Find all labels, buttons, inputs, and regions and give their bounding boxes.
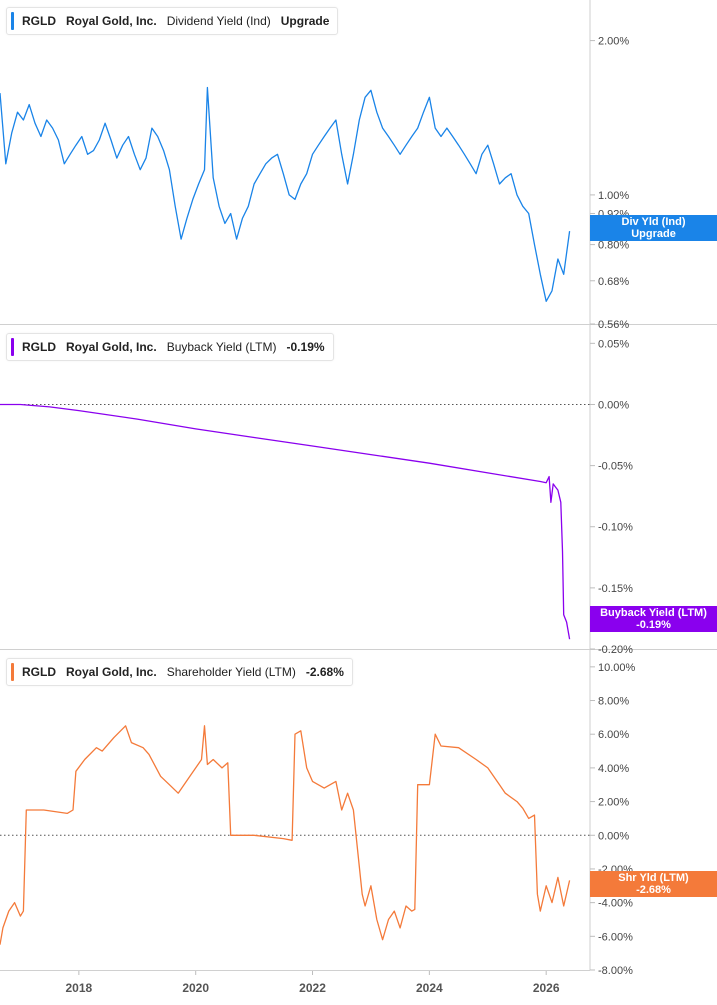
legend-color-swatch [11,663,14,681]
y-tick-label: 8.00% [598,696,629,708]
legend-company: Royal Gold, Inc. [66,340,157,354]
y-tick-label: 1.00% [598,190,629,202]
legend-metric: Buyback Yield (LTM) [166,340,277,354]
price-tag-buyback-yield: Buyback Yield (LTM) -0.19% [590,606,717,632]
y-tick-label: -0.15% [598,583,633,595]
y-tick-label: 4.00% [598,763,629,775]
legend-dividend-yield[interactable]: RGLD Royal Gold, Inc. Dividend Yield (In… [6,7,339,35]
tag-line-1: Div Yld (Ind) [621,216,686,228]
series-layer [0,86,571,945]
y-tick-label: -0.10% [598,522,633,534]
legend-ticker: RGLD [22,665,56,679]
series-line [0,86,571,302]
y-tick-label: -8.00% [598,965,633,977]
x-tick-label: 2018 [66,981,93,995]
y-tick-label: 2.00% [598,797,629,809]
legend-metric: Shareholder Yield (LTM) [166,665,296,679]
y-tick-label: 10.00% [598,662,636,674]
legend-metric: Dividend Yield (Ind) [166,14,271,28]
tag-line-2: Upgrade [631,228,676,240]
legend-company: Royal Gold, Inc. [66,14,157,28]
y-tick-label: 0.00% [598,399,629,411]
legend-buyback-yield[interactable]: RGLD Royal Gold, Inc. Buyback Yield (LTM… [6,333,334,361]
legend-company: Royal Gold, Inc. [66,665,157,679]
y-tick-label: 0.00% [598,830,629,842]
y-tick-label: 0.05% [598,338,629,350]
y-tick-label: -0.05% [598,461,633,473]
legend-ticker: RGLD [22,340,56,354]
tag-line-1: Buyback Yield (LTM) [600,607,707,619]
y-tick-label: -4.00% [598,898,633,910]
y-tick-label: 0.56% [598,319,629,331]
y-tick-label: -0.20% [598,644,633,656]
legend-value: Upgrade [280,14,330,28]
legend-color-swatch [11,12,14,30]
y-tick-label: -6.00% [598,931,633,943]
y-tick-label: 2.00% [598,36,629,48]
price-tag-dividend-yield: Div Yld (Ind) Upgrade [590,215,717,241]
series-line [0,403,571,640]
x-tick-label: 2022 [299,981,326,995]
legend-shareholder-yield[interactable]: RGLD Royal Gold, Inc. Shareholder Yield … [6,658,353,686]
x-tick-label: 2026 [533,981,560,995]
tag-line-1: Shr Yld (LTM) [618,872,689,884]
legend-value: -2.68% [305,665,344,679]
tag-line-2: -0.19% [636,619,671,631]
y-tick-label: 0.80% [598,240,629,252]
tag-line-2: -2.68% [636,884,671,896]
x-tick-label: 2024 [416,981,443,995]
y-tick-label: 6.00% [598,729,629,741]
legend-color-swatch [11,338,14,356]
legend-value: -0.19% [286,340,325,354]
price-tag-shareholder-yield: Shr Yld (LTM) -2.68% [590,871,717,897]
axis-layer: 2.00%1.00%0.92%0.80%0.68%0.56%0.05%0.00%… [0,0,636,995]
y-tick-label: 0.68% [598,276,629,288]
multi-panel-chart: 2.00%1.00%0.92%0.80%0.68%0.56%0.05%0.00%… [0,0,717,995]
x-tick-label: 2020 [182,981,209,995]
legend-ticker: RGLD [22,14,56,28]
